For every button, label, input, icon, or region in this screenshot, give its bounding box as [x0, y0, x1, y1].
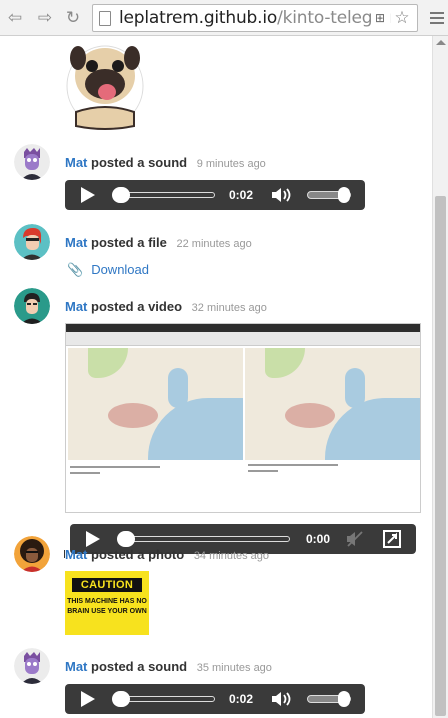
volume-icon[interactable]: [271, 691, 295, 707]
current-time: 0:00: [306, 532, 331, 546]
post-meta: Mat posted a sound 9 minutes ago: [65, 155, 266, 170]
post-action: posted a video: [91, 299, 183, 314]
caution-text: THIS MACHINE HAS NO BRAIN USE YOUR OWN: [67, 598, 147, 615]
post-action: posted a sound: [91, 659, 188, 674]
post-action: posted a photo: [91, 547, 185, 562]
seek-handle[interactable]: [112, 691, 130, 707]
volume-handle[interactable]: [338, 187, 350, 203]
avatar: [14, 224, 50, 260]
user-name-link[interactable]: Mat: [65, 659, 87, 674]
seek-bar[interactable]: [118, 536, 290, 542]
photo-caution-sign[interactable]: CAUTION THIS MACHINE HAS NO BRAIN USE YO…: [65, 571, 149, 635]
post-timestamp: 35 minutes ago: [196, 662, 272, 674]
post-action: posted a sound: [91, 155, 188, 170]
scroll-up-arrow-icon[interactable]: [436, 40, 446, 45]
avatar: [14, 288, 50, 324]
video-topbar: [66, 324, 420, 332]
user-name-link[interactable]: Mat: [65, 299, 87, 314]
user-name-link[interactable]: Mat: [65, 235, 87, 250]
scroll-thumb[interactable]: [435, 196, 446, 716]
map-right: [245, 348, 420, 460]
fullscreen-icon[interactable]: [383, 530, 401, 548]
muted-volume-icon[interactable]: [346, 531, 364, 547]
volume-icon[interactable]: [271, 187, 295, 203]
play-icon[interactable]: [81, 187, 95, 203]
menu-icon[interactable]: [430, 12, 444, 24]
back-icon[interactable]: ⇦: [4, 7, 26, 29]
user-name-link[interactable]: Mat: [65, 155, 87, 170]
download-label: Download: [91, 262, 150, 277]
video-toolbar: [66, 332, 420, 346]
seek-handle[interactable]: [112, 187, 130, 203]
download-link[interactable]: 📎 Download: [67, 262, 149, 278]
bookmark-star-icon[interactable]: ☆: [391, 7, 413, 29]
post-meta: Mat posted a file 22 minutes ago: [65, 235, 252, 250]
paperclip-icon: 📎: [67, 263, 84, 278]
message-feed: Mat posted a sound 9 minutes ago 0:02 Ma…: [0, 36, 432, 718]
volume-handle[interactable]: [338, 691, 350, 707]
post-timestamp: 32 minutes ago: [191, 302, 267, 314]
reload-icon[interactable]: ↻: [62, 7, 84, 29]
play-icon[interactable]: [81, 691, 95, 707]
address-bar[interactable]: leplatrem.github.io/kinto-telegram ⊞ ☆: [92, 4, 418, 32]
forward-icon[interactable]: ⇨: [34, 7, 56, 29]
url-text: leplatrem.github.io/kinto-telegram: [119, 8, 406, 28]
avatar: [14, 648, 50, 684]
audio-player: 0:02: [65, 180, 365, 210]
map-left: [68, 348, 243, 460]
post-timestamp: 9 minutes ago: [196, 158, 266, 170]
browser-toolbar: ⇦ ⇨ ↻ leplatrem.github.io/kinto-telegram…: [0, 0, 448, 36]
play-icon[interactable]: [86, 531, 100, 547]
page-icon: [99, 11, 111, 26]
translate-icon[interactable]: ⊞: [371, 9, 389, 27]
post-meta: Mat posted a video 32 minutes ago: [65, 299, 267, 314]
pug-sticker: [62, 36, 148, 132]
post-meta: Mat posted a sound 35 minutes ago: [65, 659, 272, 674]
avatar: [14, 536, 50, 572]
current-time: 0:02: [229, 692, 254, 706]
post-action: posted a file: [91, 235, 167, 250]
current-time: 0:02: [229, 188, 254, 202]
post-timestamp: 34 minutes ago: [193, 550, 270, 562]
video-thumbnail[interactable]: [65, 323, 421, 513]
seek-handle[interactable]: [117, 531, 135, 547]
post-meta: Mat posted a photo 34 minutes ago: [65, 547, 269, 562]
avatar: [14, 144, 50, 180]
post-timestamp: 22 minutes ago: [176, 238, 252, 250]
caution-title: CAUTION: [72, 578, 142, 592]
audio-player: 0:02: [65, 684, 365, 714]
user-name-link[interactable]: Mat: [65, 547, 87, 562]
scrollbar[interactable]: [432, 36, 448, 718]
